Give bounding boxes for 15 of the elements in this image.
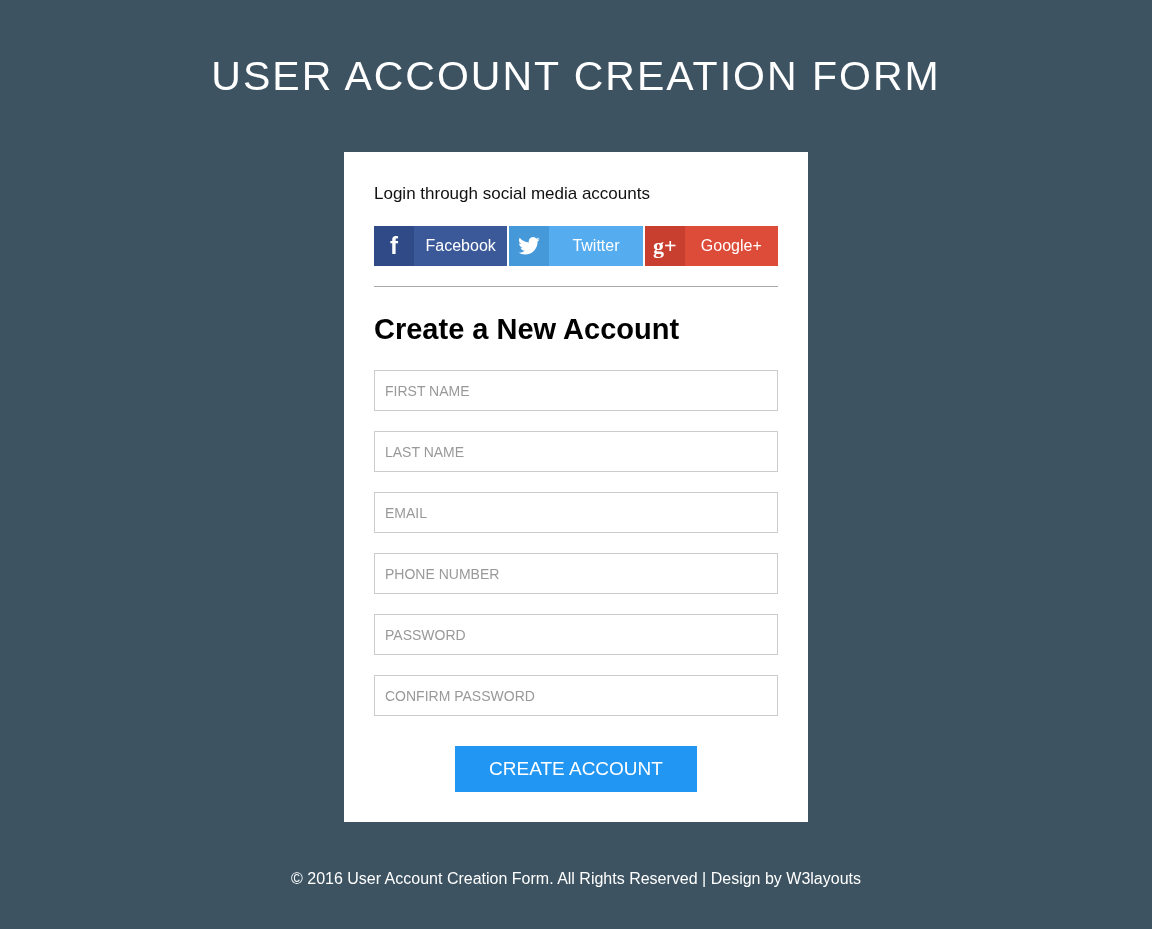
social-login-heading: Login through social media accounts <box>374 183 651 205</box>
input-field[interactable]: LAST NAME <box>374 431 778 472</box>
form-heading: Create a New Account <box>374 312 681 347</box>
input-field[interactable]: FIRST NAME <box>374 370 778 411</box>
page-title: USER ACCOUNT CREATION FORM <box>211 52 941 101</box>
input-field[interactable]: PHONE NUMBER <box>374 553 778 594</box>
footer-link[interactable]: W3layouts <box>786 870 861 887</box>
google-button[interactable]: g+ Google+ <box>644 226 778 266</box>
create-account-button[interactable]: CREATE ACCOUNT <box>455 746 697 792</box>
input-field[interactable]: PASSWORD <box>374 614 778 655</box>
input-field[interactable]: CONFIRM PASSWORD <box>374 675 778 716</box>
facebook-button[interactable]: f Facebook <box>374 226 508 266</box>
footer-text: © 2016 User Account Creation Form. All Rights Reserved | Design by W3layouts <box>291 870 861 888</box>
bird-icon <box>518 237 541 255</box>
input-field[interactable]: EMAIL <box>374 492 778 533</box>
